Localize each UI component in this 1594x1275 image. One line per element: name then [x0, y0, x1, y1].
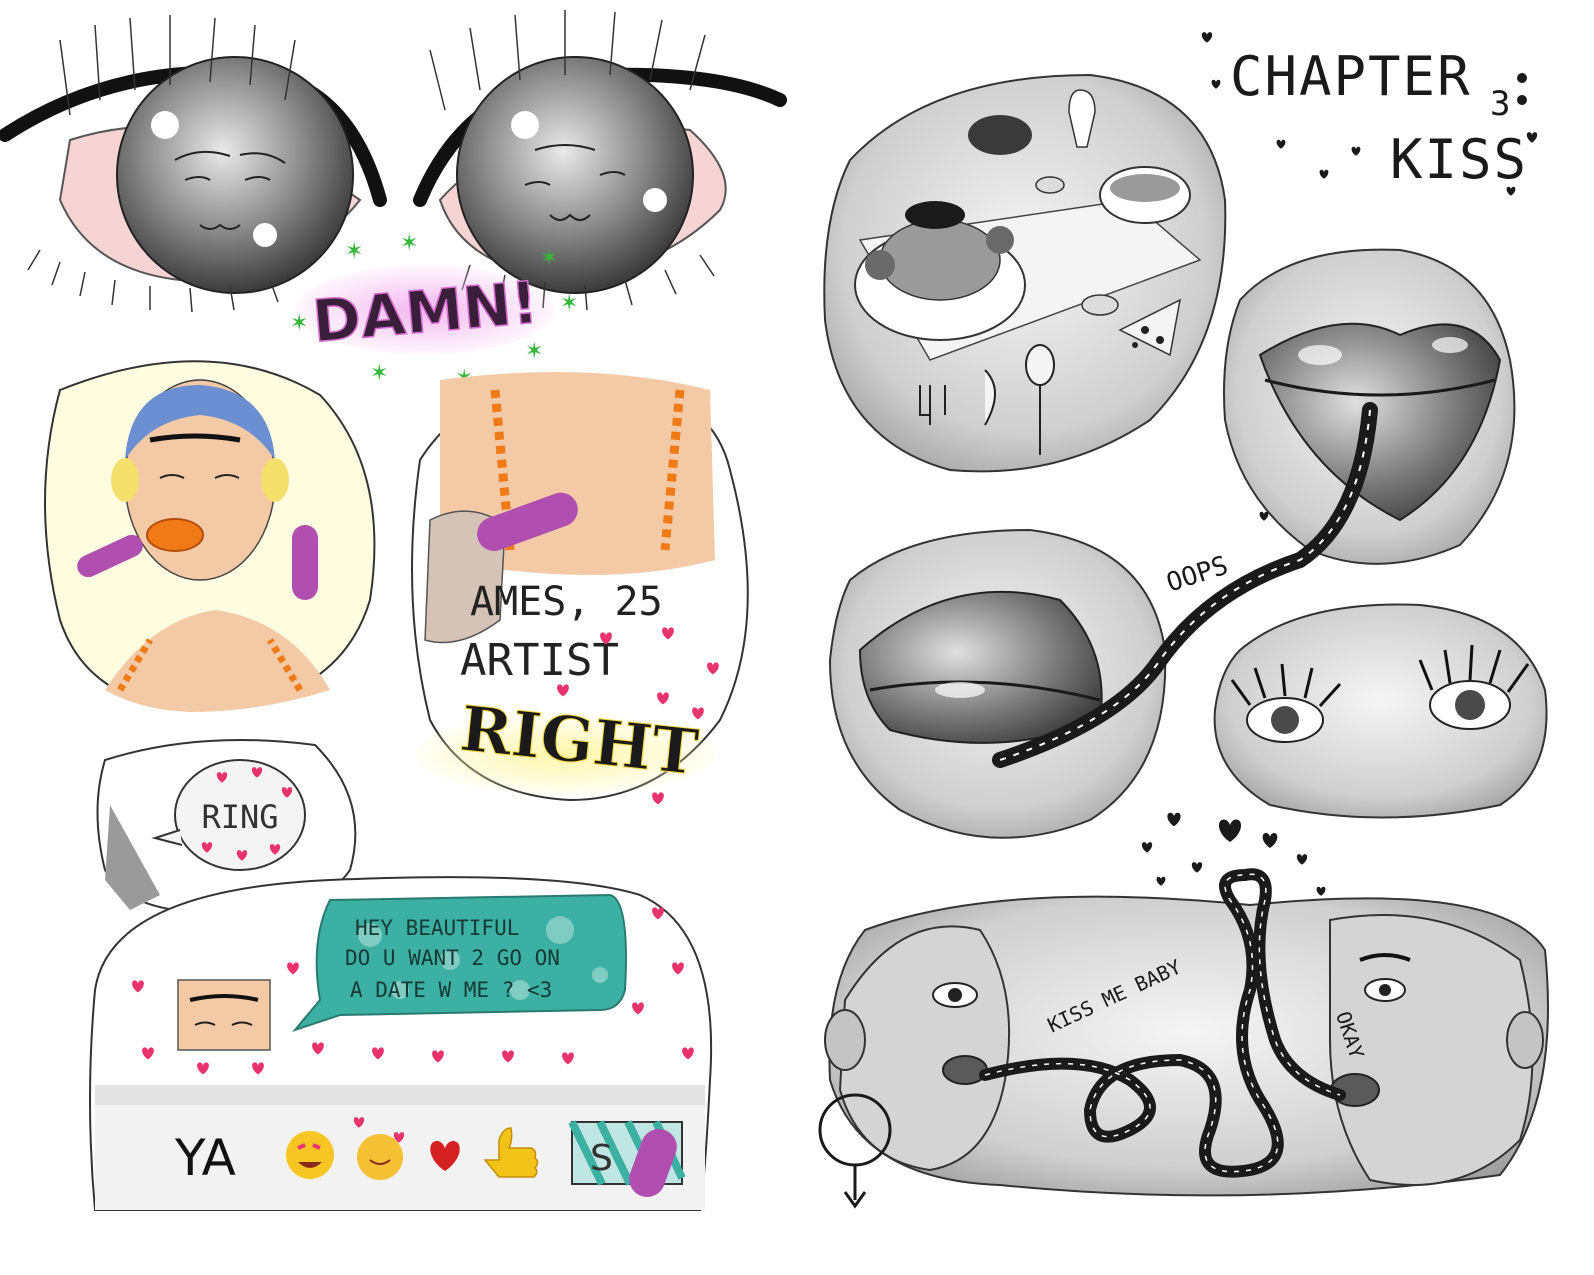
svg-text:✶: ✶ [400, 231, 418, 256]
chapter-number-text: 3 [1490, 84, 1510, 124]
profile-job-text: ARTIST [460, 635, 619, 686]
svg-text:✶: ✶ [525, 339, 543, 364]
chapter-title: CHAPTER 3 KISS [1201, 32, 1538, 196]
left-eye [0, 15, 387, 313]
selfie-panel [44, 360, 376, 712]
ring-text: RING [201, 798, 278, 836]
dinner-panel [823, 73, 1227, 473]
sender-avatar [177, 979, 271, 1051]
send-button-text: S [590, 1138, 613, 1179]
heart-burst [1141, 812, 1326, 896]
kiss-panel: KISS ME BABY OKAY [818, 868, 1549, 1209]
profile-panel: AMES, 25 ARTIST RIGHT [411, 372, 749, 805]
keyboard-divider [95, 1085, 705, 1105]
illustration-canvas: DAMN! ✶✶✶ ✶✶✶ ✶✶ [0, 10, 1549, 1211]
right-eye [413, 10, 787, 311]
chat-line-1: HEY BEAUTIFUL [355, 916, 519, 940]
right-page: CHAPTER 3 KISS OOPS KISS ME BABY OKAY [818, 32, 1549, 1209]
profile-name-text: AMES, 25 [470, 579, 663, 625]
chat-line-2: DO U WANT 2 GO ON [345, 946, 560, 970]
reply-input-text: YA [174, 1129, 236, 1187]
chapter-title-text: KISS [1390, 128, 1528, 191]
chapter-label-text: CHAPTER [1230, 45, 1472, 108]
svg-text:✶: ✶ [290, 311, 308, 336]
chat-line-3: A DATE W ME ? <3 [350, 978, 552, 1002]
svg-text:✶: ✶ [370, 361, 388, 386]
lips-panel-bottom [828, 528, 1167, 839]
svg-text:✶: ✶ [560, 291, 578, 316]
svg-text:✶: ✶ [345, 239, 363, 264]
left-page: DAMN! ✶✶✶ ✶✶✶ ✶✶ [0, 10, 787, 1211]
svg-text:✶: ✶ [540, 246, 558, 271]
chat-panel: HEY BEAUTIFUL DO U WANT 2 GO ON A DATE W… [89, 876, 713, 1211]
lashes-panel [1213, 603, 1548, 819]
